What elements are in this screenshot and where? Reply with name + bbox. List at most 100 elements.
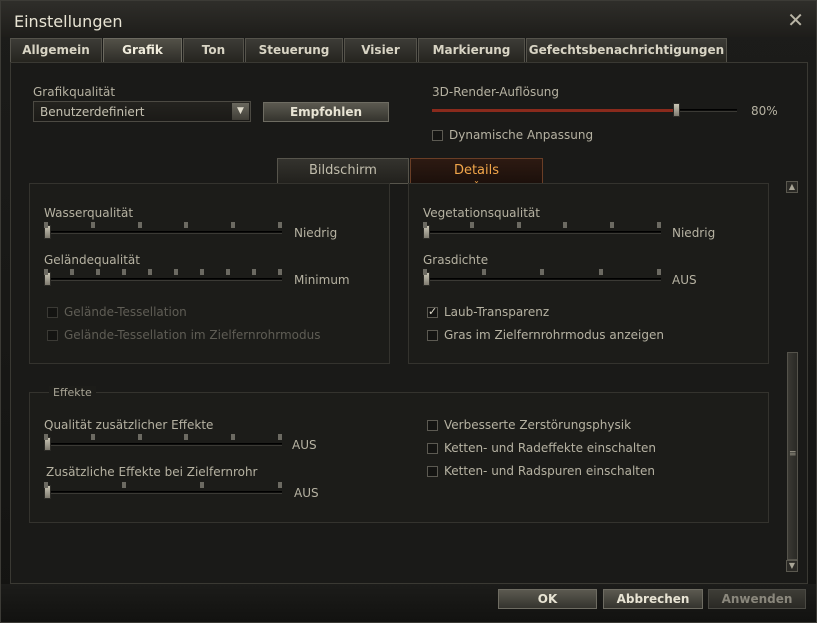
slider-tick xyxy=(184,222,188,228)
render-resolution-value: 80% xyxy=(751,104,778,118)
scroll-down-icon[interactable]: ▼ xyxy=(786,560,798,572)
scope-effects-value: AUS xyxy=(294,486,319,500)
slider-track xyxy=(423,278,661,281)
tab-steuerung[interactable]: Steuerung xyxy=(245,38,343,62)
terrain-tessellation-checkbox[interactable]: Gelände-Tessellation xyxy=(47,305,187,319)
slider-tick xyxy=(278,222,282,228)
subtab-bildschirm[interactable]: Bildschirm xyxy=(277,158,409,184)
destruction-physics-label: Verbesserte Zerstörungsphysik xyxy=(444,418,632,432)
dynamic-adjustment-checkbox[interactable]: Dynamische Anpassung xyxy=(432,128,593,142)
grass-scope-checkbox[interactable]: Gras im Zielfernrohrmodus anzeigen xyxy=(427,328,664,342)
extra-effects-slider[interactable] xyxy=(44,433,282,455)
tab-allgemein[interactable]: Allgemein xyxy=(10,38,102,62)
effects-panel xyxy=(29,392,769,523)
scroll-up-icon[interactable]: ▲ xyxy=(786,181,798,193)
tab-markierung[interactable]: Markierung xyxy=(418,38,525,62)
checkbox-box xyxy=(427,465,438,477)
tab-visier[interactable]: Visier xyxy=(344,38,417,62)
slider-tick xyxy=(657,269,661,275)
water-quality-slider[interactable] xyxy=(44,221,282,243)
slider-tick xyxy=(226,269,230,275)
checkbox-box xyxy=(427,329,438,341)
slider-tick xyxy=(44,434,48,440)
slider-tick xyxy=(482,269,486,275)
tab-gefechtsbenachrichtigungen[interactable]: Gefechtsbenachrichtigungen xyxy=(526,38,727,62)
grass-density-value: AUS xyxy=(672,273,697,287)
slider-tick xyxy=(44,269,48,275)
terrain-tessellation-label: Gelände-Tessellation xyxy=(64,305,187,319)
checkbox-box xyxy=(427,305,438,318)
slider-tick xyxy=(96,269,100,275)
apply-button[interactable]: Anwenden xyxy=(708,589,806,609)
slider-tick xyxy=(278,434,282,440)
water-quality-label: Wasserqualität xyxy=(44,206,134,220)
water-quality-value: Niedrig xyxy=(294,226,338,240)
slider-tick xyxy=(470,222,474,228)
track-marks-checkbox[interactable]: Ketten- und Radspuren einschalten xyxy=(427,464,655,478)
checkbox-box xyxy=(47,329,58,341)
ok-button[interactable]: OK xyxy=(498,589,597,609)
checkbox-box xyxy=(432,129,443,141)
grafik-content: Grafikqualität Benutzerdefiniert ▼ Empfo… xyxy=(10,62,808,584)
slider-fill xyxy=(432,109,676,112)
scrollbar-thumb[interactable]: ≡ xyxy=(787,352,798,560)
graphics-quality-select[interactable]: Benutzerdefiniert ▼ xyxy=(33,101,251,122)
settings-window: Einstellungen ✕ Allgemein Grafik Ton Ste… xyxy=(0,0,817,623)
slider-thumb[interactable] xyxy=(673,103,680,117)
vegetation-quality-value: Niedrig xyxy=(672,226,716,240)
track-effects-checkbox[interactable]: Ketten- und Radeffekte einschalten xyxy=(427,441,656,455)
slider-track xyxy=(44,491,282,494)
track-effects-label: Ketten- und Radeffekte einschalten xyxy=(444,441,656,455)
slider-track xyxy=(44,278,282,281)
close-icon[interactable]: ✕ xyxy=(787,8,804,32)
vegetation-quality-label: Vegetationsqualität xyxy=(423,206,540,220)
vegetation-quality-slider[interactable] xyxy=(423,221,661,243)
slider-tick xyxy=(610,222,614,228)
destruction-physics-checkbox[interactable]: Verbesserte Zerstörungsphysik xyxy=(427,418,631,432)
scope-effects-slider[interactable] xyxy=(44,481,282,503)
effects-legend: Effekte xyxy=(49,386,96,399)
slider-tick xyxy=(138,434,142,440)
slider-tick xyxy=(423,222,427,228)
extra-effects-value: AUS xyxy=(292,438,317,452)
window-title: Einstellungen xyxy=(14,12,123,31)
details-scroll-area: Wasserqualität Niedrig Geländequalität M… xyxy=(11,183,807,583)
slider-tick xyxy=(231,434,235,440)
chevron-down-icon: ▼ xyxy=(232,103,249,120)
slider-tick xyxy=(184,434,188,440)
render-resolution-slider[interactable] xyxy=(432,99,737,121)
checkbox-box xyxy=(427,419,438,431)
slider-tick xyxy=(423,269,427,275)
dialog-footer: OK Abbrechen Anwenden xyxy=(1,584,816,622)
cancel-button[interactable]: Abbrechen xyxy=(603,589,703,609)
recommended-button[interactable]: Empfohlen xyxy=(263,102,389,122)
slider-tick xyxy=(563,222,567,228)
details-scrollbar[interactable]: ▲ ≡ ▼ xyxy=(786,181,799,575)
tab-grafik[interactable]: Grafik xyxy=(103,38,182,62)
grip-icon: ≡ xyxy=(789,449,797,459)
slider-track xyxy=(423,231,661,234)
slider-tick xyxy=(91,222,95,228)
slider-tick xyxy=(599,269,603,275)
foliage-transparency-checkbox[interactable]: Laub-Transparenz xyxy=(427,305,549,319)
slider-tick xyxy=(44,482,48,488)
slider-tick xyxy=(540,269,544,275)
terrain-quality-slider[interactable] xyxy=(44,268,282,290)
slider-tick xyxy=(122,269,126,275)
subtab-details[interactable]: Details ⌄ xyxy=(410,158,543,185)
slider-tick xyxy=(174,269,178,275)
title-bar: Einstellungen ✕ xyxy=(1,1,816,37)
grass-scope-label: Gras im Zielfernrohrmodus anzeigen xyxy=(444,328,664,342)
slider-tick xyxy=(278,269,282,275)
tab-ton[interactable]: Ton xyxy=(183,38,244,62)
grass-density-slider[interactable] xyxy=(423,268,661,290)
slider-tick xyxy=(70,269,74,275)
slider-track xyxy=(44,443,282,446)
scope-effects-label: Zusätzliche Effekte bei Zielfernrohr xyxy=(46,465,258,479)
slider-track xyxy=(44,231,282,234)
slider-tick xyxy=(91,434,95,440)
extra-effects-label: Qualität zusätzlicher Effekte xyxy=(44,418,214,432)
slider-tick xyxy=(200,482,204,488)
terrain-tessellation-scope-checkbox[interactable]: Gelände-Tessellation im Zielfernrohrmodu… xyxy=(47,328,320,342)
slider-tick xyxy=(657,222,661,228)
